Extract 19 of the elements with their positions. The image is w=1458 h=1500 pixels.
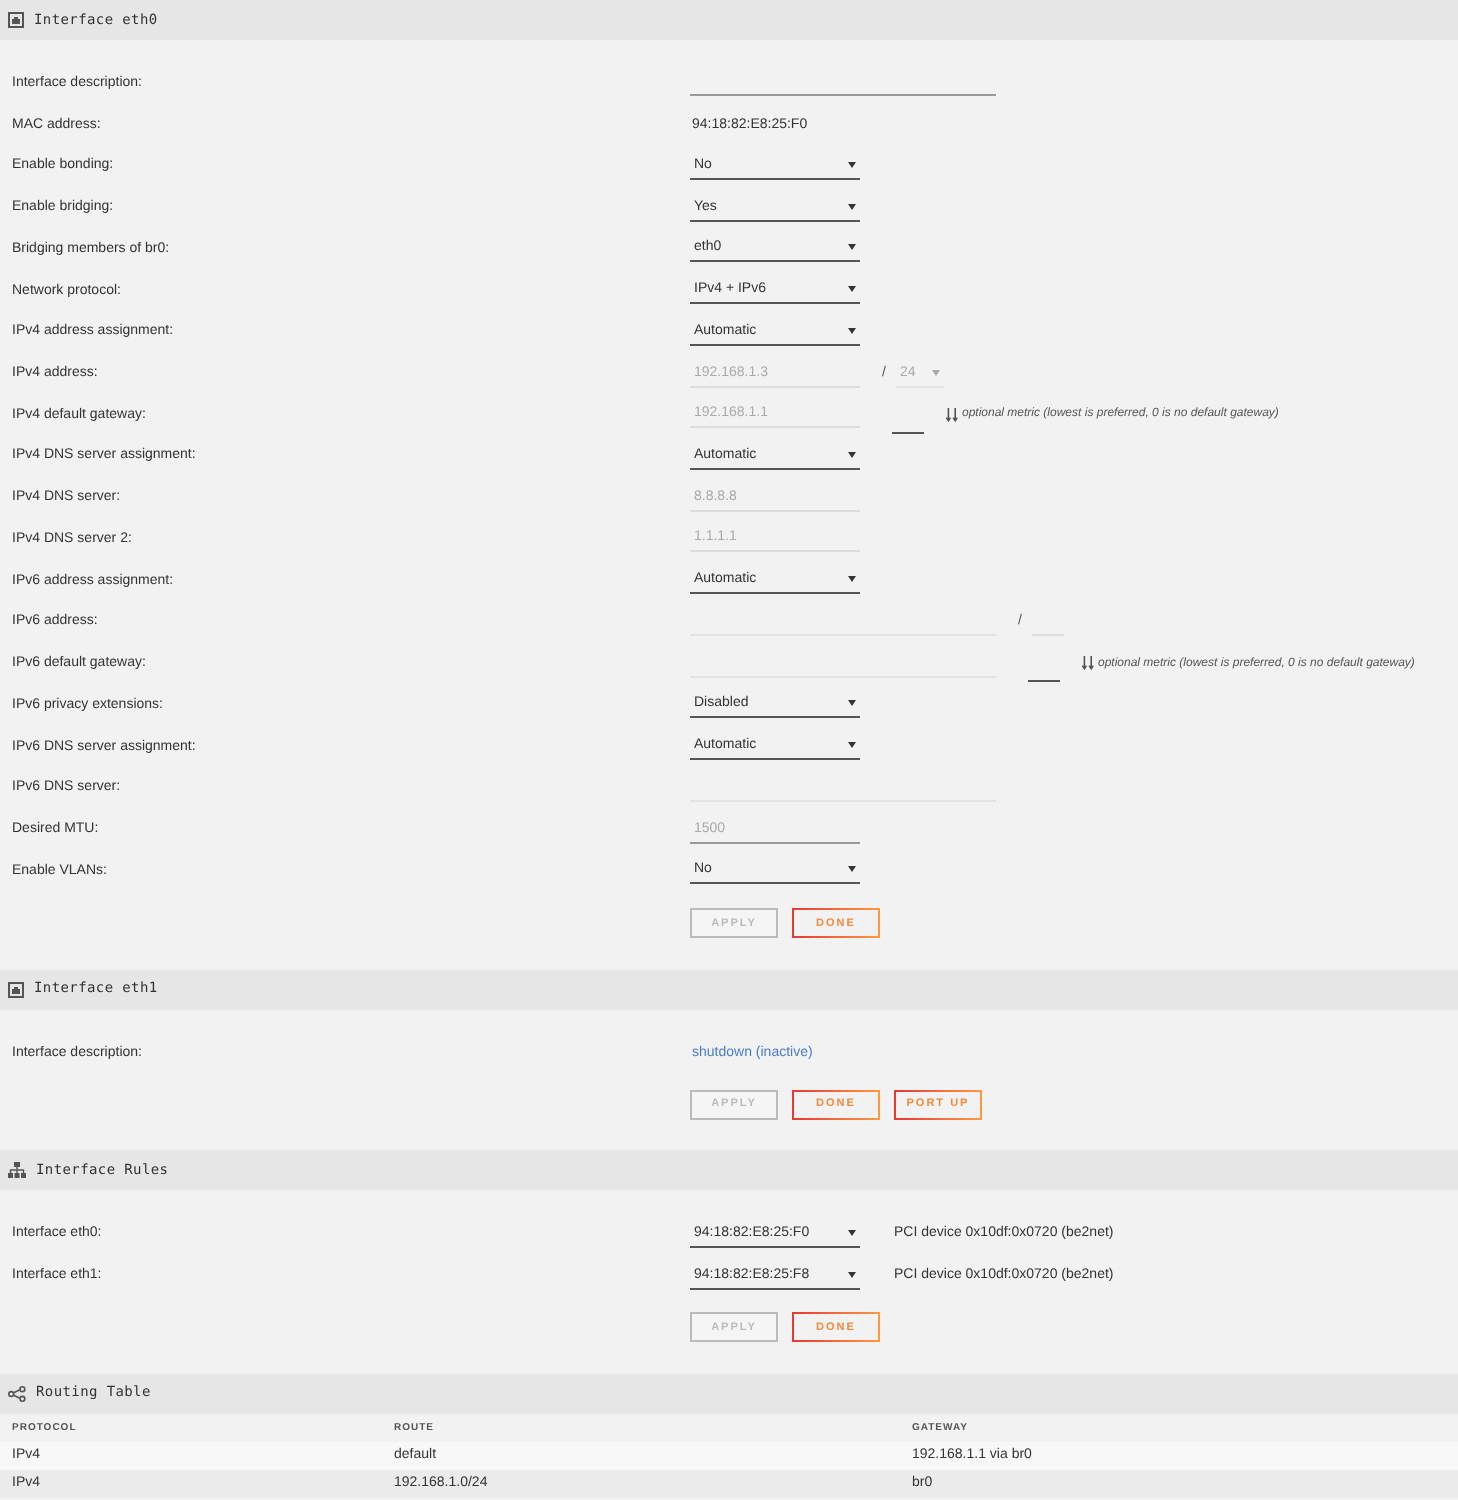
ethernet-port-icon [8, 12, 24, 28]
caret-icon [848, 700, 856, 707]
caret-icon [848, 161, 856, 168]
caret-icon [848, 742, 856, 749]
caret-icon [848, 451, 856, 458]
caret-icon [848, 286, 856, 293]
caret-icon [848, 244, 856, 251]
caret-icon [931, 369, 940, 375]
caret-icon [848, 327, 856, 334]
caret-icon [848, 203, 856, 210]
share-nodes-icon [8, 1385, 26, 1402]
ethernet-port-icon [8, 981, 24, 998]
sort-down-icon [946, 407, 958, 422]
caret-icon [848, 1271, 856, 1278]
caret-icon [848, 866, 856, 873]
caret-icon [848, 1229, 856, 1236]
caret-icon [848, 576, 856, 583]
sort-down-icon [1082, 656, 1094, 671]
sitemap-icon [8, 1162, 26, 1179]
